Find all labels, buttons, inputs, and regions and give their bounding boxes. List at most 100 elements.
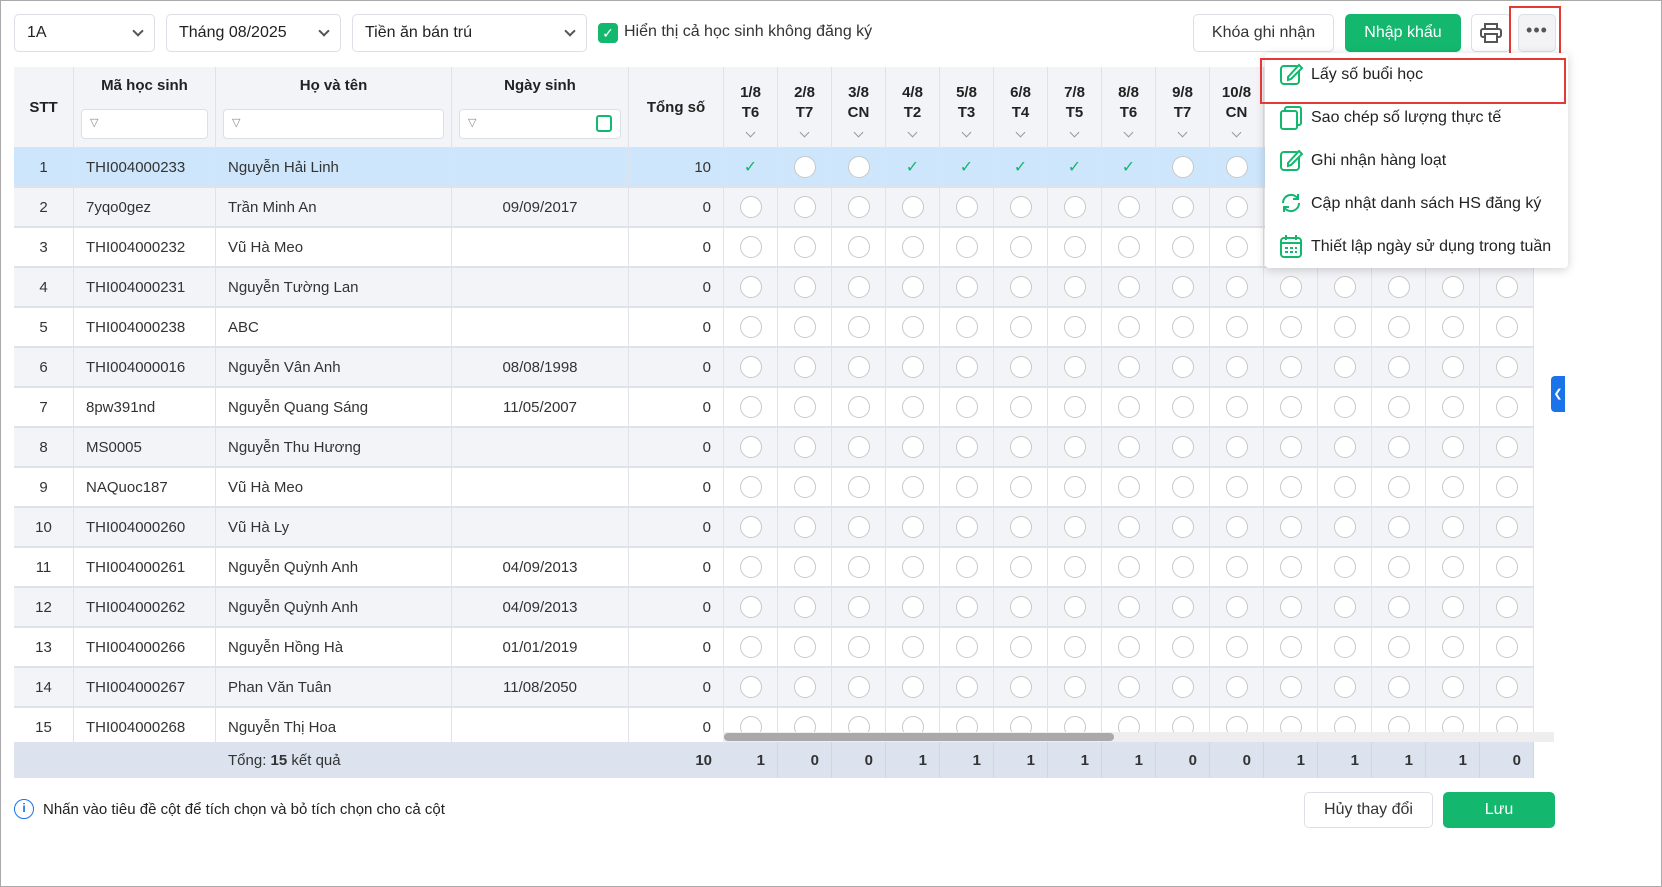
attendance-cell[interactable]: [1426, 348, 1480, 388]
attendance-cell[interactable]: [1480, 508, 1534, 548]
horizontal-scrollbar[interactable]: [723, 732, 1554, 742]
attendance-cell[interactable]: [940, 548, 994, 588]
table-row[interactable]: 6 THI004000016 Nguyễn Vân Anh 08/08/1998 0: [14, 348, 1554, 388]
fee-select[interactable]: Tiền ăn bán trú: [352, 14, 587, 52]
attendance-cell[interactable]: [994, 268, 1048, 308]
attendance-cell[interactable]: [1048, 668, 1102, 708]
attendance-cell[interactable]: [832, 508, 886, 548]
attendance-cell[interactable]: [832, 428, 886, 468]
attendance-cell[interactable]: [1372, 348, 1426, 388]
attendance-cell[interactable]: [1156, 228, 1210, 268]
menu-item[interactable]: Ghi nhận hàng loạt: [1265, 139, 1568, 182]
attendance-cell[interactable]: [1318, 668, 1372, 708]
attendance-cell[interactable]: [1480, 388, 1534, 428]
attendance-cell[interactable]: [886, 428, 940, 468]
calendar-icon[interactable]: [596, 115, 612, 132]
attendance-cell[interactable]: [886, 628, 940, 668]
attendance-cell[interactable]: [1102, 428, 1156, 468]
attendance-cell[interactable]: [1048, 228, 1102, 268]
attendance-cell[interactable]: [778, 388, 832, 428]
attendance-cell[interactable]: [1210, 628, 1264, 668]
attendance-cell[interactable]: [1048, 388, 1102, 428]
menu-item[interactable]: Cập nhật danh sách HS đăng ký: [1265, 182, 1568, 225]
attendance-cell[interactable]: ✓: [994, 148, 1048, 188]
table-row[interactable]: 14 THI004000267 Phan Văn Tuân 11/08/2050 0: [14, 668, 1554, 708]
attendance-cell[interactable]: [778, 348, 832, 388]
attendance-cell[interactable]: [1480, 308, 1534, 348]
attendance-cell[interactable]: [1264, 268, 1318, 308]
dob-filter-input[interactable]: ▽: [459, 109, 621, 139]
attendance-cell[interactable]: [1156, 468, 1210, 508]
attendance-cell[interactable]: [778, 628, 832, 668]
attendance-cell[interactable]: [778, 548, 832, 588]
table-row[interactable]: 5 THI004000238 ABC 0: [14, 308, 1554, 348]
attendance-cell[interactable]: [1426, 588, 1480, 628]
attendance-cell[interactable]: [886, 548, 940, 588]
attendance-cell[interactable]: [1264, 588, 1318, 628]
attendance-cell[interactable]: [940, 348, 994, 388]
header-day[interactable]: 5/8 T3: [940, 67, 994, 148]
save-button[interactable]: Lưu: [1443, 792, 1555, 828]
attendance-cell[interactable]: [994, 588, 1048, 628]
attendance-cell[interactable]: [832, 468, 886, 508]
attendance-cell[interactable]: [724, 308, 778, 348]
header-total[interactable]: Tổng số: [629, 67, 724, 148]
attendance-cell[interactable]: [832, 228, 886, 268]
attendance-cell[interactable]: [832, 388, 886, 428]
attendance-cell[interactable]: [1048, 548, 1102, 588]
header-name[interactable]: Họ và tên ▽: [216, 67, 452, 148]
attendance-cell[interactable]: [1372, 628, 1426, 668]
attendance-cell[interactable]: [940, 468, 994, 508]
attendance-cell[interactable]: [886, 508, 940, 548]
attendance-cell[interactable]: [1318, 428, 1372, 468]
attendance-cell[interactable]: [886, 588, 940, 628]
attendance-cell[interactable]: [1318, 468, 1372, 508]
attendance-cell[interactable]: [1156, 268, 1210, 308]
attendance-cell[interactable]: [1156, 548, 1210, 588]
header-day[interactable]: 1/8 T6: [724, 67, 778, 148]
attendance-cell[interactable]: [1372, 388, 1426, 428]
attendance-cell[interactable]: [1264, 308, 1318, 348]
attendance-cell[interactable]: [724, 628, 778, 668]
attendance-cell[interactable]: [1102, 588, 1156, 628]
attendance-cell[interactable]: [1048, 468, 1102, 508]
header-day[interactable]: 7/8 T5: [1048, 67, 1102, 148]
attendance-cell[interactable]: [1156, 388, 1210, 428]
attendance-cell[interactable]: [1102, 468, 1156, 508]
name-filter-input[interactable]: ▽: [223, 109, 444, 139]
attendance-cell[interactable]: [1210, 508, 1264, 548]
month-select[interactable]: Tháng 08/2025: [166, 14, 341, 52]
attendance-cell[interactable]: [886, 348, 940, 388]
attendance-cell[interactable]: [940, 308, 994, 348]
attendance-cell[interactable]: [1102, 668, 1156, 708]
attendance-cell[interactable]: [1048, 508, 1102, 548]
attendance-cell[interactable]: [1102, 228, 1156, 268]
attendance-cell[interactable]: [724, 668, 778, 708]
table-row[interactable]: 9 NAQuoc187 Vũ Hà Meo 0: [14, 468, 1554, 508]
show-unregistered-checkbox[interactable]: ✓: [598, 23, 618, 43]
attendance-cell[interactable]: [994, 508, 1048, 548]
attendance-cell[interactable]: [1264, 348, 1318, 388]
attendance-cell[interactable]: [1156, 428, 1210, 468]
attendance-cell[interactable]: [1210, 228, 1264, 268]
attendance-cell[interactable]: [1210, 268, 1264, 308]
attendance-cell[interactable]: [1210, 668, 1264, 708]
attendance-cell[interactable]: [778, 588, 832, 628]
header-dob[interactable]: Ngày sinh ▽: [452, 67, 629, 148]
attendance-cell[interactable]: [886, 308, 940, 348]
attendance-cell[interactable]: [778, 428, 832, 468]
attendance-cell[interactable]: [724, 268, 778, 308]
attendance-cell[interactable]: [832, 668, 886, 708]
lock-button[interactable]: Khóa ghi nhận: [1193, 14, 1334, 52]
attendance-cell[interactable]: [940, 668, 994, 708]
attendance-cell[interactable]: [1426, 308, 1480, 348]
attendance-cell[interactable]: [940, 628, 994, 668]
attendance-cell[interactable]: [832, 308, 886, 348]
attendance-cell[interactable]: [994, 628, 1048, 668]
attendance-cell[interactable]: [940, 508, 994, 548]
attendance-cell[interactable]: [724, 348, 778, 388]
header-code[interactable]: Mã học sinh ▽: [74, 67, 216, 148]
attendance-cell[interactable]: ✓: [724, 148, 778, 188]
header-day[interactable]: 4/8 T2: [886, 67, 940, 148]
attendance-cell[interactable]: [1210, 348, 1264, 388]
